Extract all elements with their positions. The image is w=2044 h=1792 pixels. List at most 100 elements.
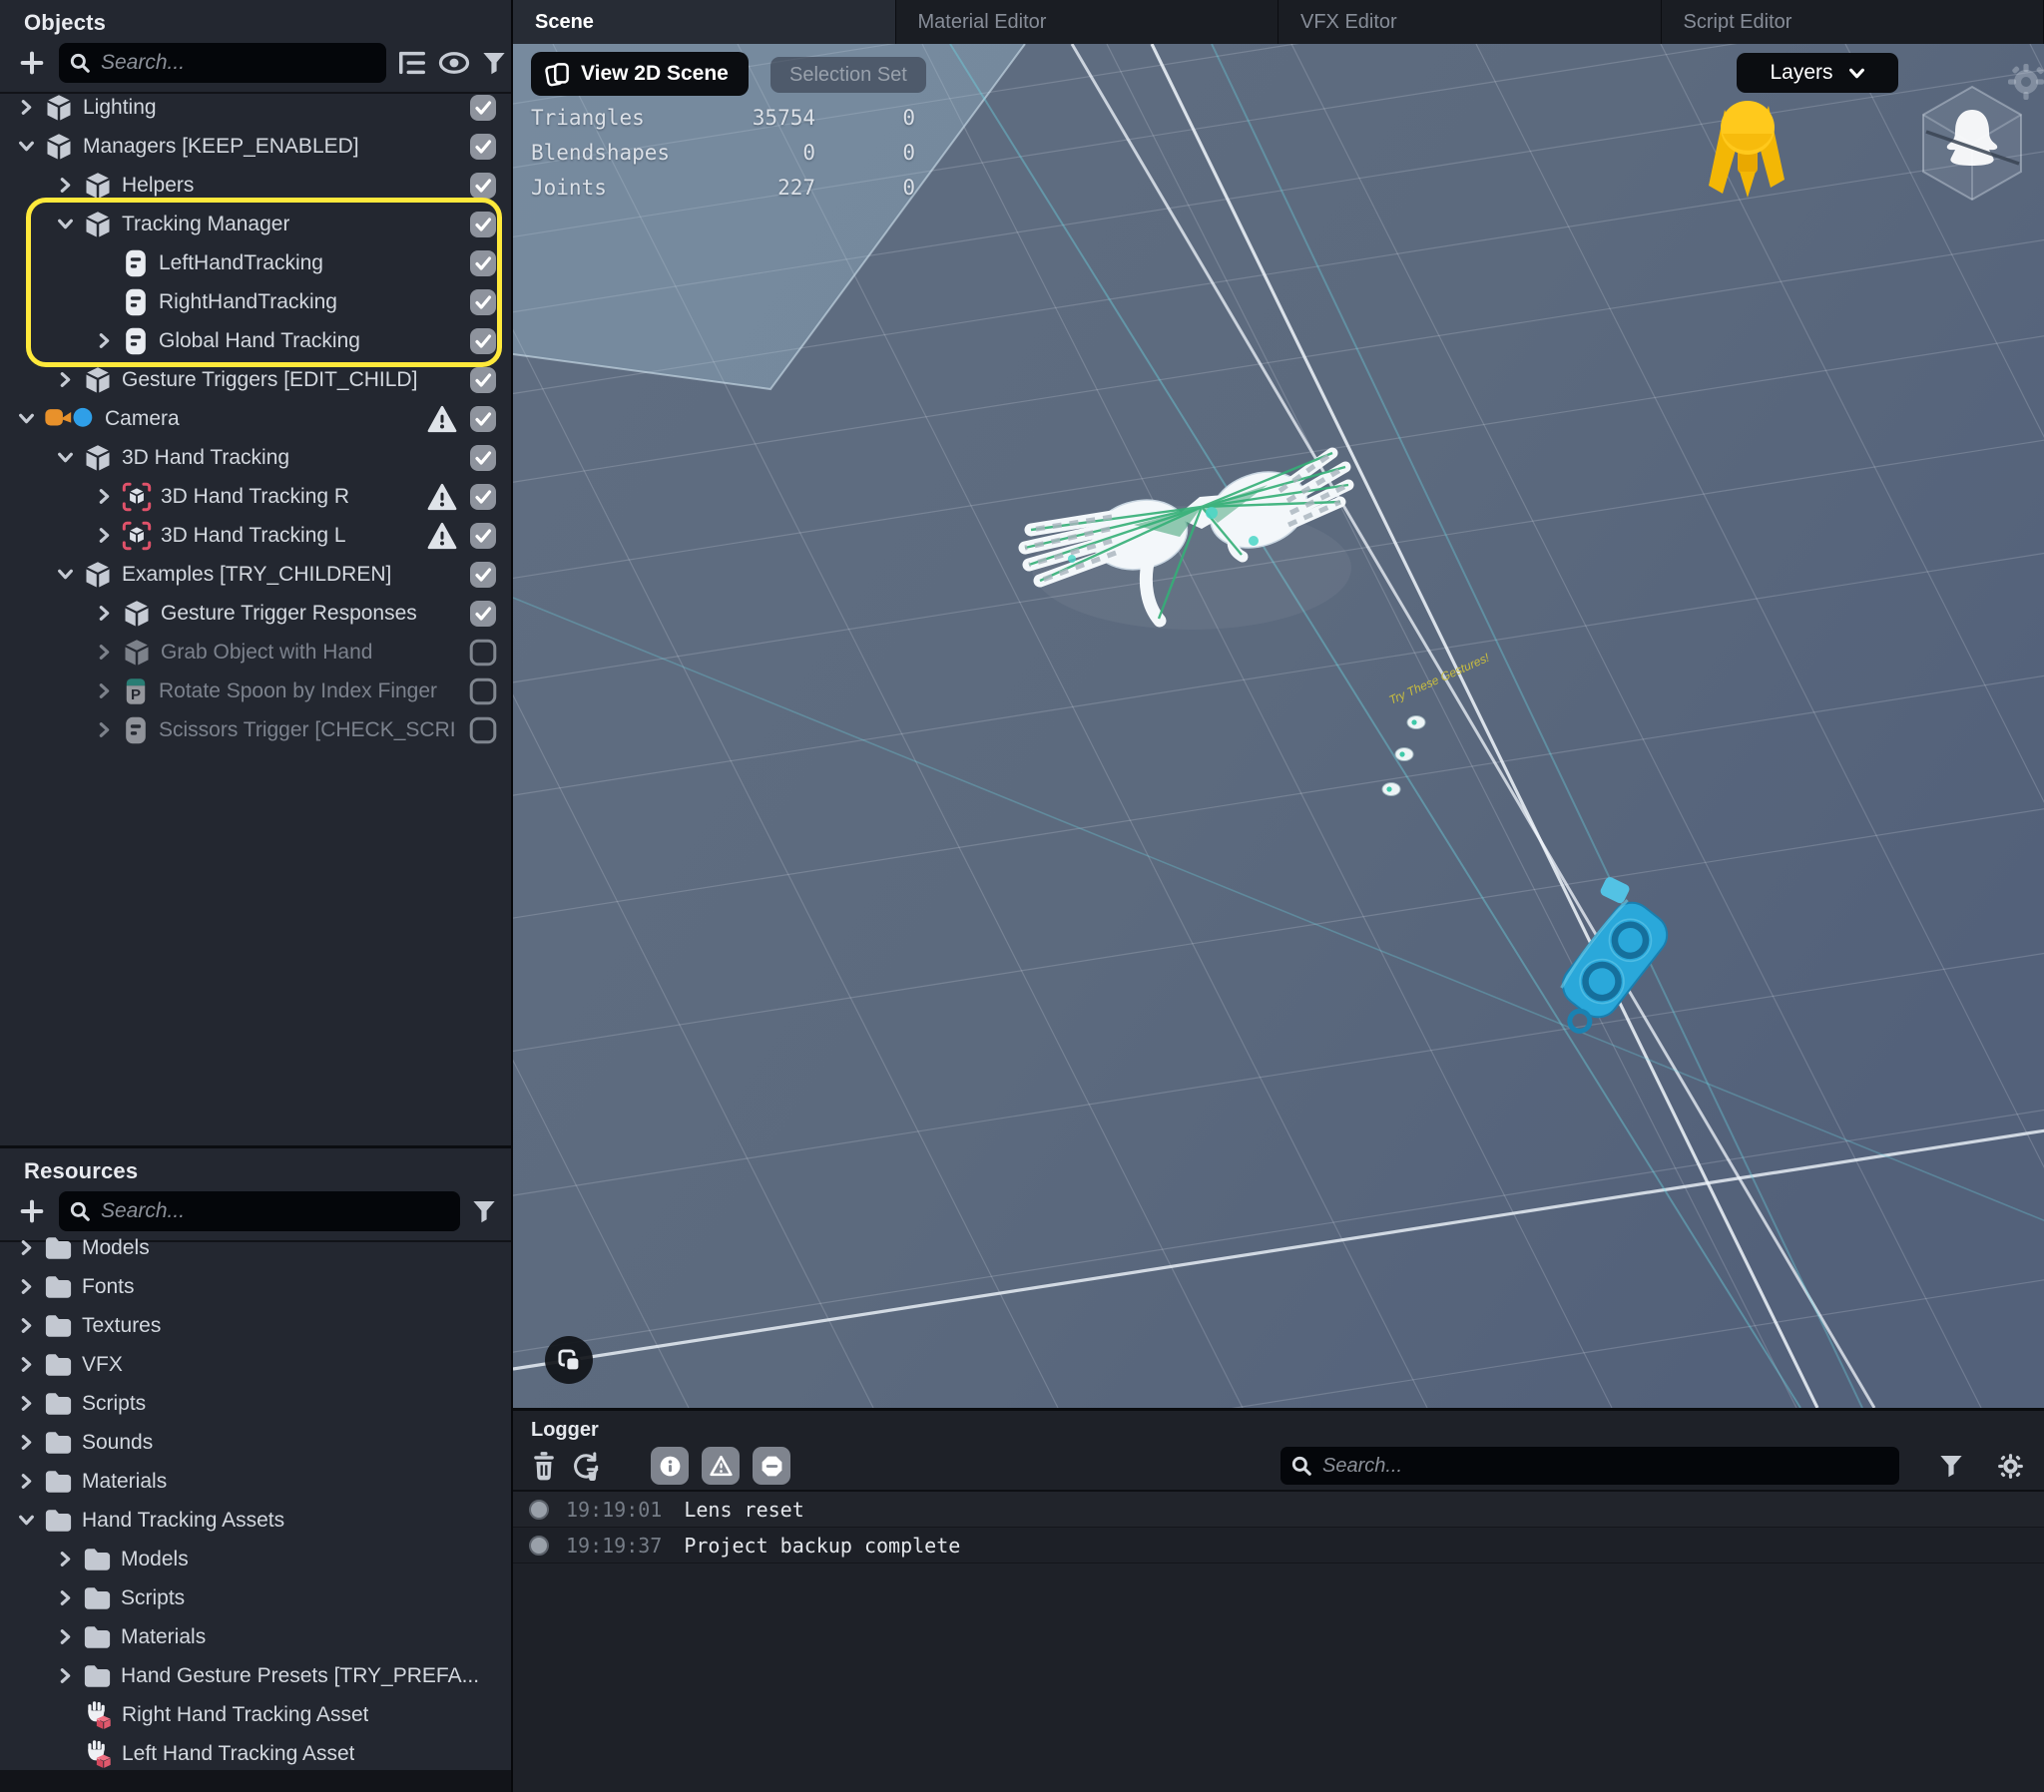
tree-row[interactable]: 3D Hand Tracking xyxy=(0,438,511,477)
tree-row[interactable]: Tracking Manager xyxy=(0,205,511,243)
chevron-right-icon[interactable] xyxy=(96,721,122,738)
visibility-checkbox[interactable] xyxy=(469,639,497,667)
chevron-right-icon[interactable] xyxy=(57,177,83,194)
objects-search-input[interactable] xyxy=(99,50,376,76)
chevron-right-icon[interactable] xyxy=(18,1239,44,1256)
filter-icon[interactable] xyxy=(471,1198,497,1224)
visibility-checkbox[interactable] xyxy=(469,327,497,355)
chevron-right-icon[interactable] xyxy=(57,1551,83,1568)
tree-row[interactable]: Lighting xyxy=(0,88,511,127)
chevron-right-icon[interactable] xyxy=(18,1434,44,1451)
chevron-right-icon[interactable] xyxy=(18,1395,44,1412)
chevron-right-icon[interactable] xyxy=(18,1278,44,1295)
visibility-checkbox[interactable] xyxy=(469,288,497,316)
error-filter-button[interactable] xyxy=(753,1447,790,1485)
chevron-right-icon[interactable] xyxy=(57,1589,83,1606)
chevron-right-icon[interactable] xyxy=(18,1317,44,1334)
chevron-down-icon[interactable] xyxy=(18,410,44,427)
visibility-checkbox[interactable] xyxy=(469,677,497,705)
visibility-checkbox[interactable] xyxy=(469,483,497,511)
resource-row[interactable]: Right Hand Tracking Asset xyxy=(0,1695,511,1734)
chevron-right-icon[interactable] xyxy=(96,605,122,622)
log-entry[interactable]: 19:19:01 Lens reset xyxy=(513,1492,2044,1528)
logger-search-input[interactable] xyxy=(1320,1454,1889,1479)
resource-row[interactable]: Models xyxy=(0,1228,511,1267)
resource-row[interactable]: Materials xyxy=(0,1617,511,1656)
info-filter-button[interactable] xyxy=(651,1447,689,1485)
visibility-checkbox[interactable] xyxy=(469,211,497,238)
warning-filter-button[interactable] xyxy=(702,1447,740,1485)
view-2d-scene-button[interactable]: View 2D Scene xyxy=(531,52,749,96)
chevron-right-icon[interactable] xyxy=(96,332,122,349)
filter-icon[interactable] xyxy=(481,50,507,76)
tree-row[interactable]: Examples [TRY_CHILDREN] xyxy=(0,555,511,594)
visibility-checkbox[interactable] xyxy=(469,405,497,433)
add-object-button[interactable] xyxy=(16,47,48,79)
tree-row[interactable]: Scissors Trigger [CHECK_SCRI xyxy=(0,710,511,749)
tree-row[interactable]: Gesture Triggers [EDIT_CHILD] xyxy=(0,360,511,399)
chevron-right-icon[interactable] xyxy=(57,1628,83,1645)
resource-row[interactable]: Sounds xyxy=(0,1423,511,1462)
chevron-down-icon[interactable] xyxy=(57,566,83,583)
eye-icon[interactable] xyxy=(438,50,470,76)
tree-row[interactable]: 3D Hand Tracking R xyxy=(0,477,511,516)
scene-viewport[interactable]: Try These Gestures! xyxy=(513,44,2044,1408)
log-entry[interactable]: 19:19:37 Project backup complete xyxy=(513,1528,2044,1564)
visibility-checkbox[interactable] xyxy=(469,444,497,472)
visibility-checkbox[interactable] xyxy=(469,600,497,628)
tree-row[interactable]: Grab Object with Hand xyxy=(0,633,511,672)
visibility-checkbox[interactable] xyxy=(469,561,497,589)
tree-row[interactable]: Helpers xyxy=(0,166,511,205)
resource-row[interactable]: Materials xyxy=(0,1462,511,1501)
chevron-right-icon[interactable] xyxy=(18,99,44,116)
visibility-checkbox[interactable] xyxy=(469,133,497,161)
tree-row[interactable]: PRotate Spoon by Index Finger xyxy=(0,672,511,710)
scene-canvas[interactable]: Try These Gestures! xyxy=(513,44,2044,1408)
tree-row[interactable]: Gesture Trigger Responses xyxy=(0,594,511,633)
add-resource-button[interactable] xyxy=(16,1195,48,1227)
gear-icon[interactable] xyxy=(1997,1453,2024,1480)
view-mode-toggle-button[interactable] xyxy=(545,1336,593,1384)
resource-row[interactable]: Left Hand Tracking Asset xyxy=(0,1734,511,1773)
resource-row[interactable]: Textures xyxy=(0,1306,511,1345)
visibility-checkbox[interactable] xyxy=(469,172,497,200)
tree-row[interactable]: Managers [KEEP_ENABLED] xyxy=(0,127,511,166)
tab-vfx-editor[interactable]: VFX Editor xyxy=(1278,0,1662,44)
resource-row[interactable]: Models xyxy=(0,1540,511,1578)
tab-scene[interactable]: Scene xyxy=(513,0,896,44)
resource-row[interactable]: Scripts xyxy=(0,1578,511,1617)
tree-row[interactable]: LeftHandTracking xyxy=(0,243,511,282)
visibility-checkbox[interactable] xyxy=(469,522,497,550)
tree-row[interactable]: Global Hand Tracking xyxy=(0,321,511,360)
resources-search-input[interactable] xyxy=(99,1198,450,1224)
tab-material-editor[interactable]: Material Editor xyxy=(896,0,1279,44)
resource-row[interactable]: Scripts xyxy=(0,1384,511,1423)
selection-set-button[interactable]: Selection Set xyxy=(770,57,926,93)
tab-script-editor[interactable]: Script Editor xyxy=(1662,0,2044,44)
chevron-right-icon[interactable] xyxy=(96,682,122,699)
filter-icon[interactable] xyxy=(1938,1453,1964,1479)
chevron-right-icon[interactable] xyxy=(18,1356,44,1373)
chevron-down-icon[interactable] xyxy=(18,1512,44,1529)
chevron-right-icon[interactable] xyxy=(18,1473,44,1490)
layers-dropdown[interactable]: Layers xyxy=(1737,53,1898,93)
visibility-checkbox[interactable] xyxy=(469,249,497,277)
tree-view-icon[interactable] xyxy=(397,49,427,77)
tree-row[interactable]: RightHandTracking xyxy=(0,282,511,321)
resource-row[interactable]: VFX xyxy=(0,1345,511,1384)
chevron-right-icon[interactable] xyxy=(57,1667,83,1684)
chevron-right-icon[interactable] xyxy=(57,371,83,388)
chevron-right-icon[interactable] xyxy=(96,527,122,544)
resource-row[interactable]: Fonts xyxy=(0,1267,511,1306)
chevron-right-icon[interactable] xyxy=(96,644,122,661)
chevron-right-icon[interactable] xyxy=(96,488,122,505)
chevron-down-icon[interactable] xyxy=(18,138,44,155)
visibility-checkbox[interactable] xyxy=(469,716,497,744)
visibility-checkbox[interactable] xyxy=(469,366,497,394)
clear-log-trash-icon[interactable] xyxy=(531,1451,557,1481)
tree-row[interactable]: 3D Hand Tracking L xyxy=(0,516,511,555)
chevron-down-icon[interactable] xyxy=(57,449,83,466)
visibility-checkbox[interactable] xyxy=(469,94,497,122)
tree-row[interactable]: Camera xyxy=(0,399,511,438)
chevron-down-icon[interactable] xyxy=(57,216,83,232)
